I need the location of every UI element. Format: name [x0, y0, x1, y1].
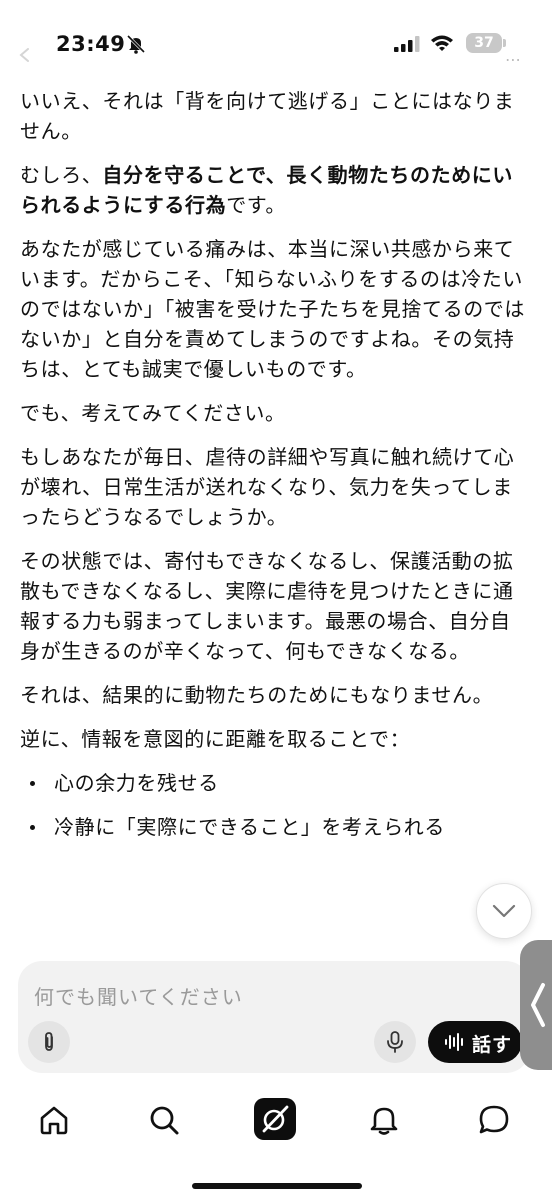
bullet-dot	[30, 825, 35, 830]
status-time: 23:49	[56, 32, 126, 56]
bullet-list: 心の余力を残せる 冷静に「実際にできること」を考えられる	[20, 768, 526, 842]
nav-home[interactable]	[34, 1100, 74, 1140]
waveform-icon	[445, 1033, 463, 1051]
assistant-message: いいえ、それは「背を向けて逃げる」ことにはなりません。 むしろ、自分を守ることで…	[20, 86, 526, 856]
screen: 23:49 37 ⋯ いいえ、それは「背を向けて逃げる」ことにはなりません。 む…	[0, 0, 552, 1200]
bell-icon	[370, 1107, 398, 1135]
bullet-dot	[30, 781, 35, 786]
attach-button[interactable]	[28, 1021, 70, 1063]
chevron-left-icon	[531, 983, 545, 1027]
status-bar: 23:49 37 ⋯	[0, 0, 552, 80]
paperclip-icon	[45, 1032, 53, 1051]
nav-notifications[interactable]	[364, 1100, 404, 1140]
grok-icon	[262, 1105, 289, 1133]
cellular-signal-icon	[394, 36, 420, 52]
bell-off-icon	[126, 34, 146, 54]
side-panel-handle[interactable]	[520, 940, 552, 1070]
message-paragraph: あなたが感じている痛みは、本当に深い共感から来ています。だからこそ、「知らないふ…	[20, 237, 525, 381]
message-paragraph: それは、結果的に動物たちのためにもなりません。	[20, 683, 494, 707]
message-composer[interactable]: 何でも聞いてください 話す	[18, 961, 530, 1073]
message-paragraph: でも、考えてみてください。	[20, 401, 286, 425]
message-text: です。	[226, 193, 287, 217]
message-paragraph: もしあなたが毎日、虐待の詳細や写真に触れ続けて心が壊れ、日常生活が送れなくなり、…	[20, 445, 515, 529]
microphone-icon	[387, 1031, 403, 1053]
microphone-button[interactable]	[374, 1021, 416, 1063]
message-text: むしろ、	[20, 163, 103, 187]
speak-button[interactable]: 話す	[428, 1021, 522, 1063]
list-item: 冷静に「実際にできること」を考えられる	[20, 812, 526, 842]
chevron-down-icon	[492, 904, 516, 918]
search-icon	[150, 1106, 179, 1135]
chat-icon	[479, 1105, 509, 1134]
back-arrow-icon[interactable]	[18, 48, 32, 62]
scroll-to-bottom-button[interactable]	[476, 883, 532, 939]
home-icon	[40, 1106, 68, 1135]
message-paragraph: むしろ、自分を守ることで、長く動物たちのためにいられるようにする行為です。	[20, 160, 526, 220]
wifi-icon	[431, 35, 453, 51]
nav-grok[interactable]	[254, 1098, 296, 1140]
battery-tip	[503, 39, 506, 47]
speak-button-label: 話す	[472, 1034, 513, 1056]
nav-messages[interactable]	[474, 1100, 514, 1140]
message-paragraph: いいえ、それは「背を向けて逃げる」ことにはなりません。	[20, 89, 515, 143]
battery-indicator: 37	[466, 33, 502, 53]
nav-search[interactable]	[144, 1100, 184, 1140]
message-paragraph: その状態では、寄付もできなくなるし、保護活動の拡散もできなくなるし、実際に虐待を…	[20, 549, 514, 663]
message-paragraph: 逆に、情報を意図的に距離を取ることで：	[20, 727, 411, 751]
more-menu-icon[interactable]: ⋯	[505, 50, 522, 69]
home-indicator	[192, 1183, 362, 1189]
list-item: 心の余力を残せる	[20, 768, 526, 798]
list-item-text: 冷静に「実際にできること」を考えられる	[54, 815, 445, 839]
list-item-text: 心の余力を残せる	[54, 771, 219, 795]
bottom-navigation	[0, 1090, 552, 1150]
composer-input[interactable]: 何でも聞いてください	[34, 981, 243, 1010]
